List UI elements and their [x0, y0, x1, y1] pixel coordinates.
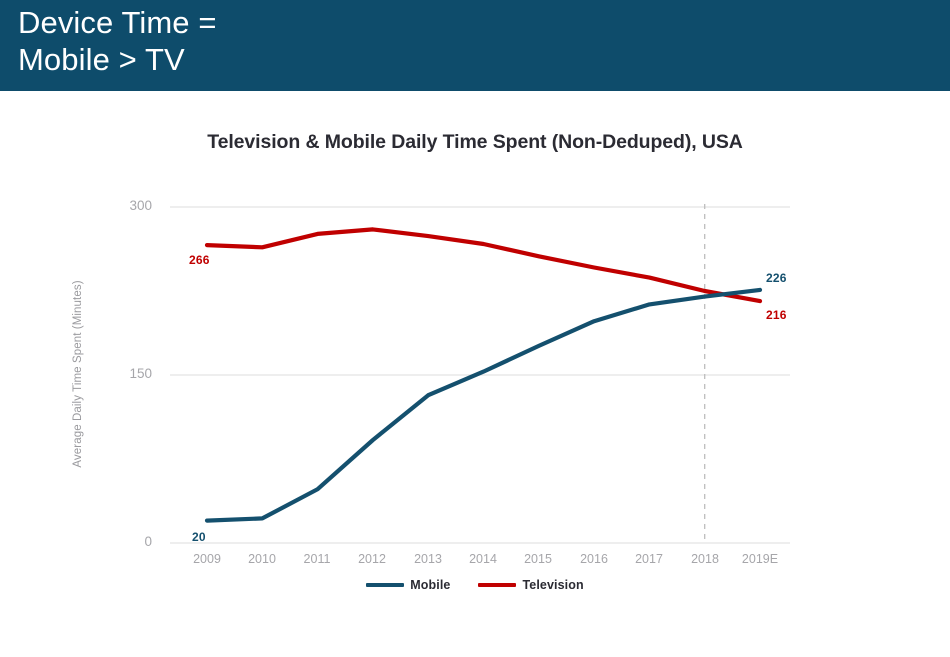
- legend-swatch-mobile-icon: [366, 583, 405, 587]
- slide-title: Device Time = Mobile > TV: [18, 5, 217, 77]
- annotation-television-2009: 266: [189, 253, 210, 267]
- legend-swatch-television-icon: [478, 583, 517, 587]
- annotation-mobile-2009: 20: [192, 530, 206, 544]
- series-line-television: [204, 227, 763, 304]
- annotation-mobile-2019E: 226: [766, 271, 787, 285]
- y-axis-title: Average Daily Time Spent (Minutes): [72, 280, 84, 468]
- y-tick-0: 0: [144, 534, 152, 549]
- header-banner: Device Time = Mobile > TV: [0, 0, 950, 91]
- annotation-television-2019E: 216: [766, 308, 787, 322]
- legend-label-television: Television: [522, 578, 584, 592]
- series-line-mobile: [204, 287, 763, 523]
- chart-container: Television & Mobile Daily Time Spent (No…: [0, 91, 950, 657]
- plot-area: Average Daily Time Spent (Minutes) 300 1…: [0, 91, 950, 657]
- chart-legend: Mobile Television: [0, 578, 950, 592]
- legend-label-mobile: Mobile: [410, 578, 451, 592]
- y-tick-300: 300: [129, 198, 152, 213]
- legend-item-mobile[interactable]: Mobile: [366, 578, 450, 592]
- x-tick-2019E: 2019E: [741, 552, 779, 566]
- y-tick-150: 150: [129, 366, 152, 381]
- legend-item-television[interactable]: Television: [478, 578, 584, 592]
